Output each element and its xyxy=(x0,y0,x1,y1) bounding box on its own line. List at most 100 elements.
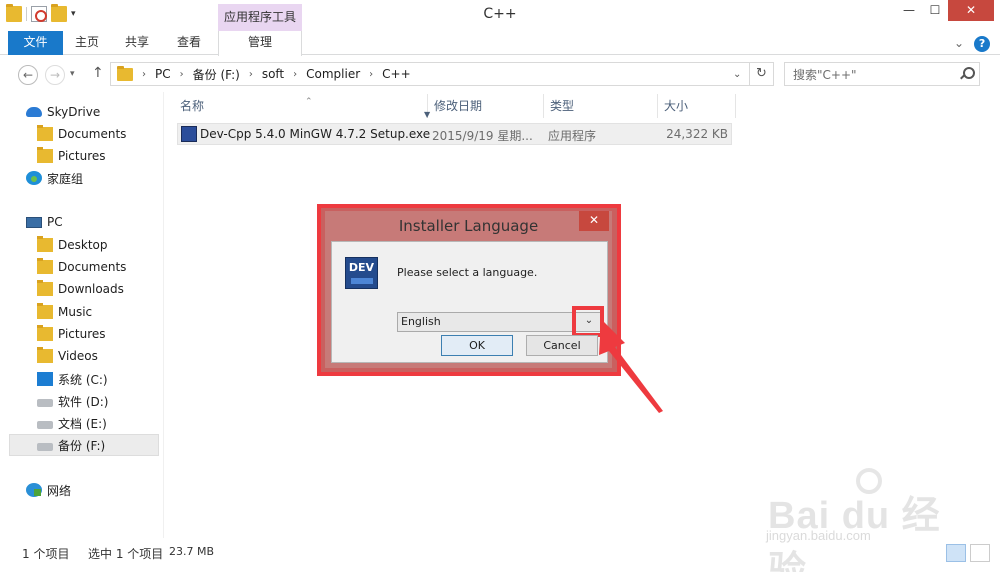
properties-icon[interactable] xyxy=(31,6,47,22)
up-arrow-icon[interactable]: ↑ xyxy=(92,65,104,81)
minimize-button[interactable]: — xyxy=(896,0,922,21)
nav-item-label: 网络 xyxy=(47,483,72,498)
application-tools-context-label: 应用程序工具 xyxy=(218,4,302,31)
nav-item-label: 备份 (F:) xyxy=(58,438,106,453)
recent-locations-chevron-icon[interactable]: ▾ xyxy=(70,69,75,79)
search-input[interactable]: 搜索"C++" xyxy=(784,62,980,86)
file-date: 2015/9/19 星期... xyxy=(432,129,533,143)
window-title: C++ xyxy=(483,6,517,22)
back-button[interactable]: ← xyxy=(18,65,38,85)
devcpp-logo: DEV xyxy=(345,257,378,289)
nav-item-label: Documents xyxy=(58,127,127,141)
nav-item-label: 系统 (C:) xyxy=(58,372,108,387)
navigation-pane: SkyDrive Documents Pictures 家庭组 PC Deskt… xyxy=(0,92,162,538)
table-row[interactable]: Dev-Cpp 5.4.0 MinGW 4.7.2 Setup.exe 2015… xyxy=(177,123,732,145)
customize-toolbar-chevron-icon[interactable]: ▾ xyxy=(71,9,76,19)
column-header-name[interactable]: 名称 ⌃ ▼ xyxy=(174,94,430,119)
breadcrumb-backup-drive[interactable]: 备份 (F:) xyxy=(193,66,240,83)
nav-item-label: 文档 (E:) xyxy=(58,416,107,431)
new-folder-icon[interactable] xyxy=(51,4,67,22)
pc-icon xyxy=(26,216,42,228)
folder-icon xyxy=(37,325,53,341)
folder-icon xyxy=(117,65,133,81)
breadcrumb-pc[interactable]: PC xyxy=(155,67,171,81)
watermark-logo: Bai du 经验 jingyan.baidu.com xyxy=(760,464,960,572)
breadcrumb-soft[interactable]: soft xyxy=(262,67,284,81)
nav-item-label: 家庭组 xyxy=(47,171,84,186)
breadcrumb: › PC › 备份 (F:) › soft › Complier › C++ xyxy=(133,66,411,83)
help-icon[interactable]: ? xyxy=(974,36,991,52)
maximize-button[interactable]: ☐ xyxy=(922,0,948,21)
ribbon-tabs: 文件 主页 共享 查看 管理 xyxy=(0,31,1000,56)
nav-item-skydrive[interactable]: SkyDrive xyxy=(26,101,186,123)
file-name: Dev-Cpp 5.4.0 MinGW 4.7.2 Setup.exe xyxy=(200,127,431,141)
chevron-right-icon[interactable]: › xyxy=(293,69,297,80)
logo-text: DEV xyxy=(348,261,375,274)
title-bar: ▾ 应用程序工具 C++ — ☐ ✕ xyxy=(0,0,1000,31)
column-header-type[interactable]: 类型 xyxy=(544,94,658,118)
drive-icon xyxy=(37,421,53,429)
file-type: 应用程序 xyxy=(548,129,597,143)
nav-item-homegroup[interactable]: 家庭组 xyxy=(26,167,186,189)
ok-button[interactable]: OK xyxy=(441,335,513,356)
folder-icon xyxy=(37,125,53,141)
tab-manage[interactable]: 管理 xyxy=(218,31,302,56)
folder-icon[interactable] xyxy=(6,4,22,22)
dialog-body: DEV Please select a language. English ⌄ … xyxy=(331,241,608,363)
chevron-right-icon[interactable]: › xyxy=(142,69,146,80)
refresh-button[interactable]: ↻ xyxy=(750,62,774,86)
nav-item-drive-f[interactable]: 备份 (F:) xyxy=(9,434,159,456)
address-bar[interactable]: › PC › 备份 (F:) › soft › Complier › C++ xyxy=(110,62,750,86)
address-history-chevron-icon[interactable]: ⌄ xyxy=(733,69,741,80)
forward-button[interactable]: → xyxy=(45,65,65,85)
nav-item-label: 软件 (D:) xyxy=(58,394,109,409)
cloud-icon xyxy=(26,107,42,117)
nav-item-network[interactable]: 网络 xyxy=(26,479,186,501)
column-header-size[interactable]: 大小 xyxy=(658,94,736,118)
search-icon[interactable] xyxy=(959,67,975,81)
homegroup-icon xyxy=(26,171,42,185)
folder-icon xyxy=(37,347,53,363)
tab-share[interactable]: 共享 xyxy=(111,31,163,55)
network-icon xyxy=(26,483,42,497)
drive-icon xyxy=(37,399,53,407)
nav-item-label: SkyDrive xyxy=(47,105,101,119)
column-header-date-modified[interactable]: 修改日期 xyxy=(428,94,544,118)
folder-icon xyxy=(37,236,53,252)
chevron-right-icon[interactable]: › xyxy=(180,69,184,80)
breadcrumb-cpp[interactable]: C++ xyxy=(382,67,411,81)
folder-icon xyxy=(37,147,53,163)
breadcrumb-complier[interactable]: Complier xyxy=(306,67,360,81)
large-icons-view-icon[interactable] xyxy=(970,544,990,562)
status-item-count: 1 个项目 xyxy=(22,547,70,561)
divider xyxy=(26,7,27,21)
dialog-close-button[interactable]: ✕ xyxy=(579,211,609,231)
tab-view[interactable]: 查看 xyxy=(163,31,215,55)
nav-item-label: Pictures xyxy=(58,149,106,163)
logo-decoration xyxy=(351,278,373,284)
chevron-right-icon[interactable]: › xyxy=(369,69,373,80)
folder-icon xyxy=(37,258,53,274)
chevron-right-icon[interactable]: › xyxy=(249,69,253,80)
cancel-button[interactable]: Cancel xyxy=(526,335,598,356)
nav-item-pc[interactable]: PC xyxy=(26,211,186,233)
quick-access-toolbar: ▾ xyxy=(6,4,76,22)
nav-item-label: Desktop xyxy=(58,238,108,252)
tab-file[interactable]: 文件 xyxy=(8,31,63,55)
ribbon-controls: ⌄ ? xyxy=(954,36,991,52)
installer-language-dialog: Installer Language ✕ DEV Please select a… xyxy=(325,211,612,368)
dialog-title: Installer Language xyxy=(398,217,539,235)
system-drive-icon xyxy=(37,372,53,386)
folder-icon xyxy=(37,280,53,296)
expand-ribbon-chevron-icon[interactable]: ⌄ xyxy=(954,36,964,52)
nav-item-label: Downloads xyxy=(58,282,124,296)
executable-icon xyxy=(181,126,197,142)
close-button[interactable]: ✕ xyxy=(948,0,994,21)
drive-icon xyxy=(37,443,53,451)
address-row: ← → ▾ ↑ › PC › 备份 (F:) › soft › Complier… xyxy=(0,56,1000,92)
nav-item-label: Documents xyxy=(58,260,127,274)
file-size: 24,322 KB xyxy=(666,127,728,141)
watermark-url: jingyan.baidu.com xyxy=(766,528,871,543)
tab-home[interactable]: 主页 xyxy=(63,31,111,55)
status-selected-size: 23.7 MB xyxy=(169,545,215,558)
